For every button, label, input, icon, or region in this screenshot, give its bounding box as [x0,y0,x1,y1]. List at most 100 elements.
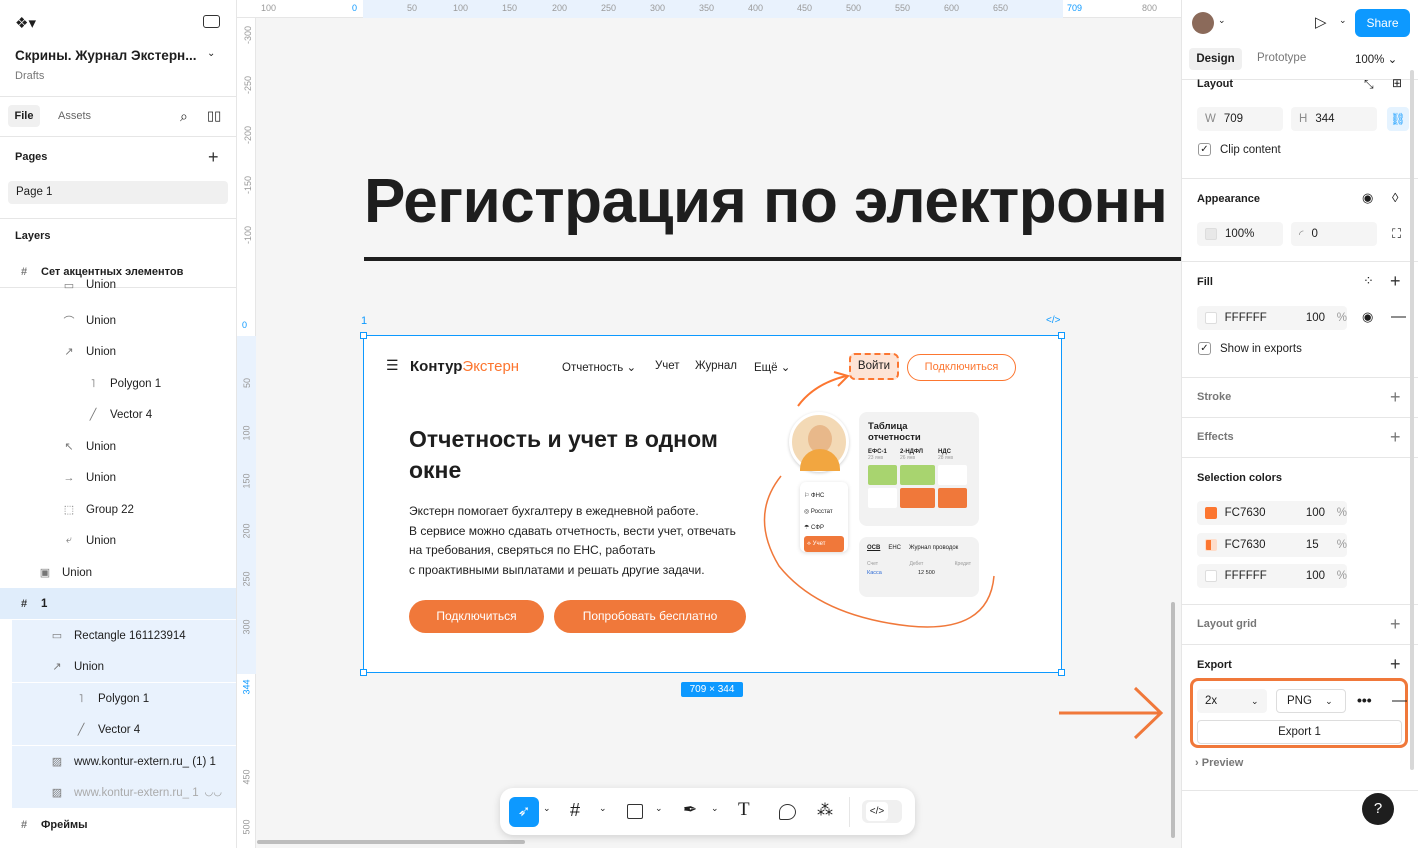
chevron-down-icon[interactable]: ⌄ [207,48,215,59]
hidden-eye-icon[interactable]: ◡◡ [205,787,222,798]
collapse-icon[interactable]: ⤡ [1364,77,1374,92]
corner-radius-field[interactable]: ◜ 0 [1291,222,1377,246]
add-effect-icon[interactable]: + [1390,428,1401,446]
width-field[interactable]: W 709 [1197,107,1283,131]
chevron-down-icon[interactable]: ⌄ [543,803,551,814]
search-icon[interactable]: ⌕ [180,108,188,125]
canvas-heading[interactable]: Регистрация по электронн [364,166,1168,237]
ruler-label: 300 [241,619,252,635]
layer-union[interactable]: ↗ Union [0,336,236,367]
add-stroke-icon[interactable]: + [1390,388,1401,406]
actions-tool-icon[interactable]: ⁂ [817,800,833,820]
tab-file[interactable]: File [8,105,40,127]
eye-icon[interactable]: ◉ [1362,190,1373,206]
blend-icon[interactable]: ◊ [1392,190,1398,205]
resize-handle[interactable] [1058,332,1065,339]
independent-corners-icon[interactable]: ⛶ [1392,226,1401,242]
zoom-level[interactable]: 100% ⌄ [1355,52,1397,66]
help-button[interactable]: ? [1362,793,1394,825]
ledger-cell: 12 500 [918,570,935,576]
layer-frame-1[interactable]: #1 [0,588,236,619]
remove-fill-icon[interactable]: — [1391,308,1406,325]
layer-image-hidden[interactable]: ▨ www.kontur-extern.ru_ 1 ◡◡ [12,777,236,808]
resize-handle[interactable] [360,669,367,676]
code-icon[interactable]: </> [1046,315,1060,326]
layer-polygon[interactable]: ˥ Polygon 1 [0,368,236,399]
clip-content-checkbox[interactable]: ✓ [1198,143,1211,156]
selection-color-row[interactable]: FFFFFF 100% [1197,564,1347,588]
export-button[interactable]: Export 1 [1197,720,1402,744]
height-field[interactable]: H 344 [1291,107,1377,131]
nav-label: Ещё [754,362,778,374]
fill-field[interactable]: FFFFFF 100% [1197,306,1347,330]
export-scale-select[interactable]: 2x ⌄ [1197,689,1267,713]
text-tool-icon[interactable]: T [738,799,750,821]
resize-handle[interactable] [1058,669,1065,676]
layer-image[interactable]: ▨ www.kontur-extern.ru_ (1) 1 [12,746,236,777]
chevron-down-icon[interactable]: ⌄ [711,803,719,814]
horizontal-scrollbar[interactable] [257,840,525,844]
layer-union[interactable]: ⤶ Union [0,525,236,556]
rectangle-tool-icon[interactable] [627,804,643,819]
file-title[interactable]: Скрины. Журнал Экстерн... [15,48,196,63]
more-options-icon[interactable]: ••• [1357,692,1372,708]
layer-rectangle[interactable]: ▭ Rectangle 161123914 [12,620,236,651]
selected-frame[interactable]: ☰ КонтурЭкстерн Отчетность ⌄ Учет Журнал… [360,332,1065,676]
layer-union[interactable]: ↗ Union [12,651,236,682]
constrain-proportions-icon[interactable]: ⛓ [1387,107,1409,131]
canvas[interactable]: 100 0 50 100 150 200 250 300 350 400 450… [237,0,1181,848]
tab-design[interactable]: Design [1189,48,1242,70]
tab-assets[interactable]: Assets [58,110,91,122]
dev-mode-toggle[interactable]: </> [862,800,902,823]
comment-tool-icon[interactable] [779,804,796,820]
styles-icon[interactable]: ⁘ [1363,273,1374,289]
play-icon[interactable]: ▷ [1315,13,1327,31]
layer-union[interactable]: → Union [0,462,236,493]
add-page-icon[interactable]: + [208,148,219,166]
ledger-cell: Касса [867,570,882,576]
layer-group[interactable]: ⬚ Group 22 [0,494,236,525]
layer-polygon[interactable]: ˥ Polygon 1 [12,683,236,714]
ruler-label: 200 [552,3,568,13]
add-layout-grid-icon[interactable]: + [1390,615,1401,633]
export-heading: Export [1197,659,1232,671]
sidebar-toggle-icon[interactable] [203,15,220,28]
vertical-scrollbar[interactable] [1171,602,1175,838]
frame-tool-icon[interactable]: # [570,800,580,821]
eye-icon[interactable]: ◉ [1362,309,1373,325]
library-icon[interactable]: ▯▯ [207,108,221,124]
share-button[interactable]: Share [1355,9,1410,37]
selection-color-row[interactable]: FC7630 100% [1197,501,1347,525]
remove-export-icon[interactable]: — [1392,692,1407,709]
add-fill-icon[interactable]: + [1390,272,1401,290]
tab-prototype[interactable]: Prototype [1257,52,1306,64]
chevron-down-icon[interactable]: ⌄ [599,803,607,814]
chevron-down-icon[interactable]: ⌄ [1339,15,1347,26]
ruler-label: 300 [650,3,666,13]
export-format-select[interactable]: PNG ⌄ [1276,689,1346,713]
layer-union[interactable]: ⌒ Union [0,305,236,336]
avatar[interactable] [1192,12,1214,34]
resize-handle[interactable] [360,332,367,339]
page-item[interactable]: Page 1 [8,181,228,204]
show-in-exports-checkbox[interactable]: ✓ [1198,342,1211,355]
pen-tool-icon[interactable]: ✒ [683,800,697,820]
panel-scrollbar[interactable] [1410,70,1414,770]
move-tool-icon[interactable]: ➶ [509,797,539,827]
layer-frames[interactable]: # Фреймы [0,809,236,840]
chevron-down-icon[interactable]: ⌄ [655,803,663,814]
opacity-field[interactable]: 100% [1197,222,1283,246]
preview-toggle[interactable]: › Preview [1195,757,1243,769]
figma-menu-icon[interactable]: ❖▾ [15,14,36,32]
layer-union[interactable]: ▣ Union [0,557,236,588]
add-export-icon[interactable]: + [1390,655,1401,673]
auto-layout-icon[interactable]: ⊞ [1392,76,1402,90]
image-icon: ▨ [51,756,63,768]
frame-label[interactable]: 1 [361,315,367,327]
chevron-down-icon[interactable]: ⌄ [1218,15,1226,26]
layer-vector[interactable]: ╱ Vector 4 [0,399,236,430]
layer-union[interactable]: ↖ Union [0,431,236,462]
layer-vector[interactable]: ╱ Vector 4 [12,714,236,745]
selection-color-row[interactable]: FC7630 15% [1197,533,1347,557]
layer-union[interactable]: ▭ Union [0,274,236,296]
